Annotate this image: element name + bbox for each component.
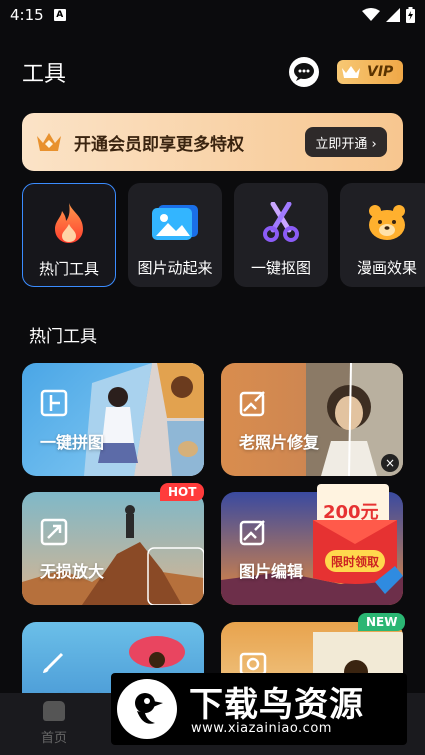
old-photo: [306, 363, 403, 476]
tools-row: 热门工具 图片动起来 一键抠图 漫画效果: [22, 183, 425, 287]
hot-badge: HOT: [160, 483, 205, 501]
member-banner[interactable]: 开通会员即享更多特权 立即开通 ›: [22, 113, 403, 171]
camera-icon: [239, 652, 267, 676]
status-icons: [362, 7, 415, 23]
nav-home[interactable]: 首页: [36, 701, 72, 746]
section-title: 热门工具: [29, 327, 97, 347]
coupon-popup[interactable]: 200元 限时领取: [313, 484, 405, 604]
watermark-url: www.xiazainiao.com: [191, 721, 332, 736]
nav-home-label: 首页: [40, 731, 67, 746]
mountain-photo: [22, 505, 204, 605]
card-old-photo-restore[interactable]: 老照片修复 ×: [221, 363, 403, 476]
card-lossless-upscale[interactable]: 无损放大: [22, 492, 204, 605]
card-label: 一键拼图: [40, 433, 105, 452]
notification-a-icon: A: [53, 9, 66, 21]
watermark-title: 下载鸟资源: [189, 685, 364, 725]
tool-tile-cutout[interactable]: 一键抠图: [234, 183, 328, 287]
tool-label: 漫画效果: [356, 259, 417, 277]
status-time: 4:15: [10, 6, 44, 24]
fire-icon: [46, 200, 92, 246]
magic-edit-icon: [239, 391, 265, 417]
new-badge: NEW: [358, 613, 406, 631]
vip-button[interactable]: VIP: [337, 60, 403, 84]
collage-icon: [40, 389, 68, 417]
coupon-amount: 200元: [323, 502, 379, 523]
member-crown-icon: [36, 129, 62, 155]
vip-label: VIP: [367, 64, 394, 80]
bear-face-icon: [364, 199, 410, 245]
watermark: 下载鸟资源 www.xiazainiao.com: [111, 673, 407, 745]
header: 工具 VIP: [0, 52, 425, 92]
bird-logo-icon: [117, 679, 177, 739]
chat-button[interactable]: [289, 57, 319, 87]
tool-label: 一键抠图: [250, 259, 311, 277]
battery-icon: [406, 7, 415, 23]
page-title: 工具: [22, 62, 67, 87]
brush-icon: [43, 652, 64, 673]
edit-image-icon: [239, 520, 265, 546]
card-label: 老照片修复: [239, 433, 320, 452]
card-label: 图片编辑: [239, 562, 304, 581]
member-banner-text: 开通会员即享更多特权: [74, 134, 244, 155]
card-label: 无损放大: [40, 562, 105, 581]
chat-bubble-icon: [294, 63, 314, 81]
tool-tile-hot-tools[interactable]: 热门工具: [22, 183, 116, 287]
coupon-claim-button[interactable]: 限时领取: [325, 550, 385, 572]
expand-icon: [40, 518, 68, 546]
open-membership-button[interactable]: 立即开通 ›: [305, 127, 387, 157]
home-icon: [43, 701, 65, 721]
scissors-icon: [258, 199, 304, 245]
tool-label: 图片动起来: [137, 259, 213, 277]
wifi-icon: [362, 8, 380, 21]
signal-icon: [386, 8, 400, 22]
image-icon: [152, 199, 198, 245]
tool-tile-animate-image[interactable]: 图片动起来: [128, 183, 222, 287]
tool-label: 热门工具: [38, 260, 99, 278]
collage-photos: [84, 363, 204, 476]
close-icon[interactable]: ×: [381, 454, 399, 472]
crown-icon: [342, 66, 360, 78]
tool-tile-comic-effect[interactable]: 漫画效果: [340, 183, 425, 287]
card-collage[interactable]: 一键拼图: [22, 363, 204, 476]
status-bar: 4:15 A: [0, 0, 425, 30]
